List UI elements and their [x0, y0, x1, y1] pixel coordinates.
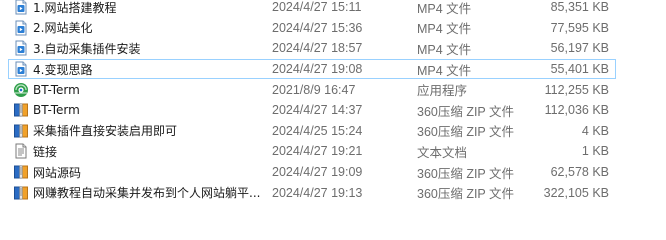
- file-row[interactable]: 3.自动采集插件安装 2024/4/27 18:57 MP4 文件 56,197…: [8, 38, 616, 59]
- file-name: 3.自动采集插件安装: [33, 41, 141, 56]
- file-size: 112,255 KB: [544, 82, 609, 97]
- file-type: 360压缩 ZIP 文件: [417, 104, 515, 119]
- file-type: MP4 文件: [417, 1, 472, 16]
- file-date: 2021/8/9 16:47: [272, 82, 356, 97]
- file-date: 2024/4/25 15:24: [272, 123, 363, 138]
- file-type: MP4 文件: [417, 22, 472, 37]
- file-row[interactable]: BT-Term 2021/8/9 16:47 应用程序 112,255 KB: [8, 79, 616, 100]
- file-size: 56,197 KB: [550, 41, 609, 56]
- file-type: MP4 文件: [417, 63, 472, 78]
- file-name: 采集插件直接安装启用即可: [33, 124, 178, 139]
- file-type: 360压缩 ZIP 文件: [417, 166, 515, 181]
- file-name: 4.变现思路: [33, 62, 93, 77]
- file-row[interactable]: 网站源码 2024/4/27 19:09 360压缩 ZIP 文件 62,578…: [8, 162, 616, 183]
- file-date: 2024/4/27 18:57: [272, 41, 363, 56]
- zip-archive-icon: [13, 164, 29, 180]
- video-file-icon: [13, 40, 29, 56]
- video-file-icon: [13, 0, 29, 15]
- zip-archive-icon: [13, 185, 29, 201]
- file-type: 360压缩 ZIP 文件: [417, 125, 515, 140]
- file-row[interactable]: 链接 2024/4/27 19:21 文本文档 1 KB: [8, 141, 616, 162]
- application-icon: [13, 82, 29, 98]
- file-row[interactable]: BT-Term 2024/4/27 14:37 360压缩 ZIP 文件 112…: [8, 100, 616, 121]
- file-name: 网赚教程自动采集并发布到个人网站躺平...: [33, 186, 261, 201]
- file-name: 2.网站美化: [33, 21, 93, 36]
- file-list: 1.网站搭建教程 2024/4/27 15:11 MP4 文件 85,351 K…: [0, 0, 666, 203]
- file-size: 62,578 KB: [550, 165, 609, 180]
- file-row[interactable]: 网赚教程自动采集并发布到个人网站躺平... 2024/4/27 19:13 36…: [8, 182, 616, 203]
- zip-archive-icon: [13, 102, 29, 118]
- video-file-icon: [13, 61, 29, 77]
- zip-archive-icon: [13, 123, 29, 139]
- file-size: 322,105 KB: [543, 185, 609, 200]
- file-name: 网站源码: [33, 165, 82, 180]
- file-row-selected[interactable]: 4.变现思路 2024/4/27 19:08 MP4 文件 55,401 KB: [8, 58, 616, 80]
- file-date: 2024/4/27 15:36: [272, 20, 363, 35]
- file-name: 1.网站搭建教程: [33, 0, 117, 15]
- file-name: BT-Term: [33, 103, 80, 118]
- file-name: 链接: [33, 144, 58, 159]
- file-date: 2024/4/27 19:09: [272, 165, 363, 180]
- file-size: 4 KB: [581, 123, 609, 138]
- file-row[interactable]: 采集插件直接安装启用即可 2024/4/25 15:24 360压缩 ZIP 文…: [8, 121, 616, 142]
- file-date: 2024/4/27 14:37: [272, 103, 363, 118]
- file-date: 2024/4/27 19:08: [272, 62, 363, 77]
- file-type: 文本文档: [417, 145, 468, 160]
- file-type: 360压缩 ZIP 文件: [417, 187, 515, 202]
- file-date: 2024/4/27 15:11: [272, 0, 362, 15]
- file-size: 85,351 KB: [550, 0, 609, 15]
- file-row[interactable]: 1.网站搭建教程 2024/4/27 15:11 MP4 文件 85,351 K…: [8, 0, 616, 18]
- file-size: 77,595 KB: [550, 20, 609, 35]
- file-row[interactable]: 2.网站美化 2024/4/27 15:36 MP4 文件 77,595 KB: [8, 18, 616, 39]
- file-date: 2024/4/27 19:21: [272, 144, 363, 159]
- file-size: 1 KB: [581, 144, 609, 159]
- file-date: 2024/4/27 19:13: [272, 185, 363, 200]
- text-document-icon: [13, 143, 29, 159]
- file-size: 55,401 KB: [550, 62, 609, 77]
- file-type: 应用程序: [417, 84, 468, 99]
- file-size: 112,036 KB: [544, 103, 609, 118]
- video-file-icon: [13, 20, 29, 36]
- file-type: MP4 文件: [417, 42, 472, 57]
- file-name: BT-Term: [33, 82, 80, 97]
